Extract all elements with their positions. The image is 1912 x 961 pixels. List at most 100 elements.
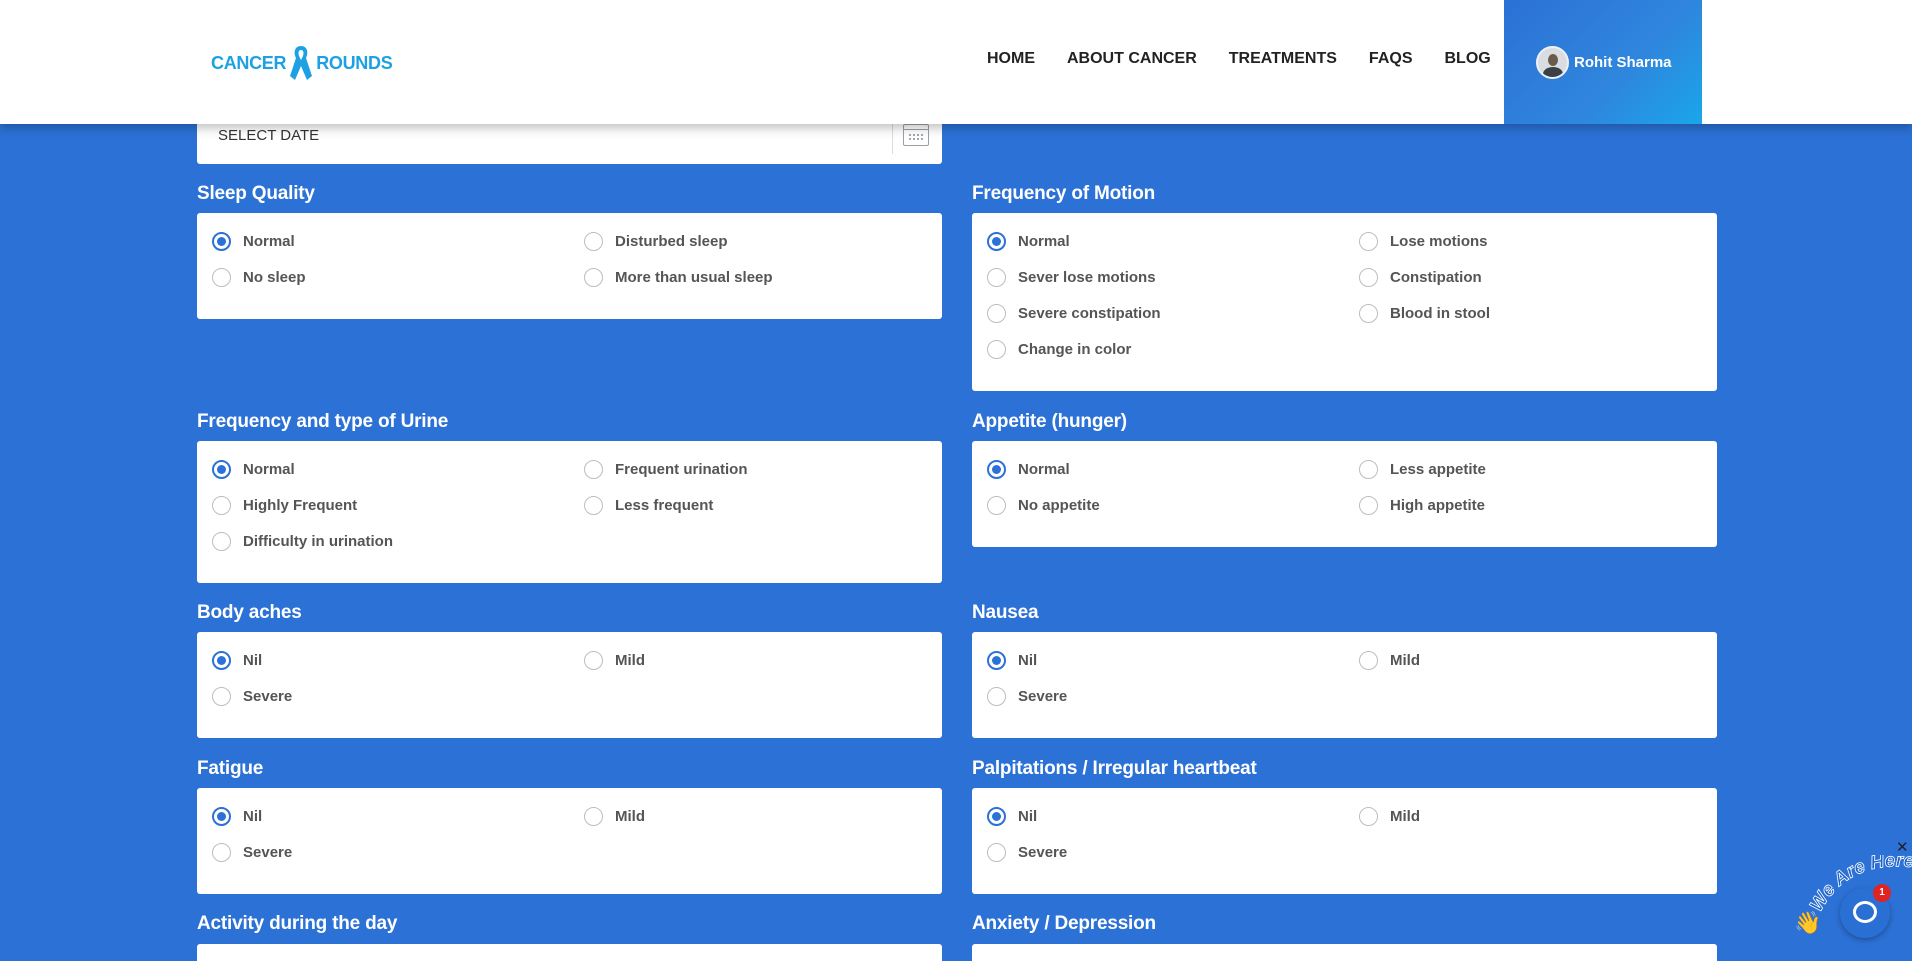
radio-button[interactable]: [212, 460, 231, 479]
option-label: Severe: [1018, 688, 1068, 705]
option-label: Highly Frequent: [243, 497, 358, 514]
radio-option[interactable]: Mild: [1359, 651, 1420, 670]
section-title-urine: Frequency and type of Urine: [197, 411, 449, 432]
radio-button[interactable]: [1359, 496, 1378, 515]
radio-button[interactable]: [987, 807, 1006, 826]
radio-option[interactable]: Highly Frequent: [212, 496, 357, 515]
radio-option[interactable]: Severe constipation: [987, 304, 1161, 323]
radio-option[interactable]: High appetite: [1359, 496, 1485, 515]
radio-button[interactable]: [584, 496, 603, 515]
radio-option[interactable]: Blood in stool: [1359, 304, 1490, 323]
radio-button[interactable]: [212, 807, 231, 826]
radio-button[interactable]: [584, 807, 603, 826]
radio-button[interactable]: [987, 496, 1006, 515]
radio-option[interactable]: Mild: [584, 807, 645, 826]
chat-close-icon[interactable]: ✕: [1896, 838, 1909, 856]
logo[interactable]: CANCER ROUNDS: [211, 44, 393, 82]
option-label: Mild: [615, 652, 645, 669]
radio-option[interactable]: Normal: [212, 232, 295, 251]
radio-option[interactable]: Sever lose motions: [987, 268, 1156, 287]
cancer-ribbon-icon: [290, 46, 313, 80]
radio-button[interactable]: [987, 687, 1006, 706]
date-picker-label: SELECT DATE: [218, 127, 320, 144]
radio-option[interactable]: Lose motions: [1359, 232, 1488, 251]
radio-button[interactable]: [584, 651, 603, 670]
radio-button[interactable]: [987, 232, 1006, 251]
radio-button[interactable]: [1359, 651, 1378, 670]
radio-option[interactable]: Nil: [987, 651, 1037, 670]
radio-option[interactable]: Normal: [212, 460, 295, 479]
option-label: More than usual sleep: [615, 269, 773, 286]
radio-option[interactable]: Constipation: [1359, 268, 1482, 287]
radio-option[interactable]: Nil: [212, 807, 262, 826]
radio-button[interactable]: [212, 496, 231, 515]
radio-button[interactable]: [212, 232, 231, 251]
radio-option[interactable]: More than usual sleep: [584, 268, 773, 287]
section-title-appetite: Appetite (hunger): [972, 411, 1127, 432]
radio-option[interactable]: Change in color: [987, 340, 1131, 359]
waving-hand-icon: 👋: [1794, 910, 1822, 935]
radio-button[interactable]: [987, 460, 1006, 479]
radio-button[interactable]: [1359, 268, 1378, 287]
user-menu[interactable]: Rohit Sharma: [1504, 0, 1702, 124]
radio-button[interactable]: [212, 843, 231, 862]
radio-button[interactable]: [584, 460, 603, 479]
calendar-icon[interactable]: [903, 124, 929, 146]
radio-option[interactable]: Severe: [212, 843, 292, 862]
radio-button[interactable]: [1359, 232, 1378, 251]
option-label: Normal: [243, 233, 295, 250]
radio-button[interactable]: [1359, 304, 1378, 323]
radio-option[interactable]: Frequent urination: [584, 460, 748, 479]
radio-button[interactable]: [987, 268, 1006, 287]
radio-option[interactable]: No sleep: [212, 268, 306, 287]
nav-treatments[interactable]: TREATMENTS: [1229, 50, 1337, 68]
radio-button[interactable]: [987, 304, 1006, 323]
frequency-of-motion-card: Normal Lose motions Sever lose motions C…: [972, 213, 1717, 391]
radio-option[interactable]: Mild: [1359, 807, 1420, 826]
nav-about-cancer[interactable]: ABOUT CANCER: [1067, 50, 1197, 68]
radio-option[interactable]: Less frequent: [584, 496, 713, 515]
option-label: Constipation: [1390, 269, 1482, 286]
option-label: Frequent urination: [615, 461, 748, 478]
radio-option[interactable]: No appetite: [987, 496, 1100, 515]
nav-home[interactable]: HOME: [987, 50, 1035, 68]
radio-button[interactable]: [987, 843, 1006, 862]
radio-option[interactable]: Nil: [987, 807, 1037, 826]
option-label: Difficulty in urination: [243, 533, 393, 550]
fatigue-card: Nil Mild Severe: [197, 788, 942, 894]
option-label: Nil: [243, 652, 263, 669]
radio-button[interactable]: [584, 268, 603, 287]
radio-option[interactable]: Severe: [987, 687, 1067, 706]
option-label: No sleep: [243, 269, 306, 286]
option-label: Normal: [1018, 233, 1070, 250]
radio-option[interactable]: Difficulty in urination: [212, 532, 393, 551]
nav-blog[interactable]: BLOG: [1444, 50, 1490, 68]
radio-option[interactable]: Severe: [212, 687, 292, 706]
radio-button[interactable]: [212, 532, 231, 551]
radio-option[interactable]: Mild: [584, 651, 645, 670]
radio-button[interactable]: [212, 687, 231, 706]
nav-faqs[interactable]: FAQS: [1369, 50, 1413, 68]
radio-option[interactable]: Disturbed sleep: [584, 232, 728, 251]
radio-button[interactable]: [1359, 807, 1378, 826]
option-label: Nil: [243, 808, 263, 825]
nausea-card: Nil Mild Severe: [972, 632, 1717, 738]
radio-option[interactable]: Normal: [987, 232, 1070, 251]
chat-notification-badge: 1: [1873, 884, 1891, 902]
radio-button[interactable]: [212, 268, 231, 287]
radio-option[interactable]: Normal: [987, 460, 1070, 479]
radio-button[interactable]: [1359, 460, 1378, 479]
logo-text-left: CANCER: [211, 52, 287, 73]
radio-button[interactable]: [584, 232, 603, 251]
option-label: Lose motions: [1390, 233, 1488, 250]
option-label: Blood in stool: [1390, 305, 1490, 322]
option-label: Normal: [243, 461, 295, 478]
urine-card: Normal Frequent urination Highly Frequen…: [197, 441, 942, 583]
radio-button[interactable]: [212, 651, 231, 670]
radio-option[interactable]: Less appetite: [1359, 460, 1486, 479]
radio-button[interactable]: [987, 340, 1006, 359]
radio-button[interactable]: [987, 651, 1006, 670]
palpitations-card: Nil Mild Severe: [972, 788, 1717, 894]
radio-option[interactable]: Severe: [987, 843, 1067, 862]
radio-option[interactable]: Nil: [212, 651, 262, 670]
